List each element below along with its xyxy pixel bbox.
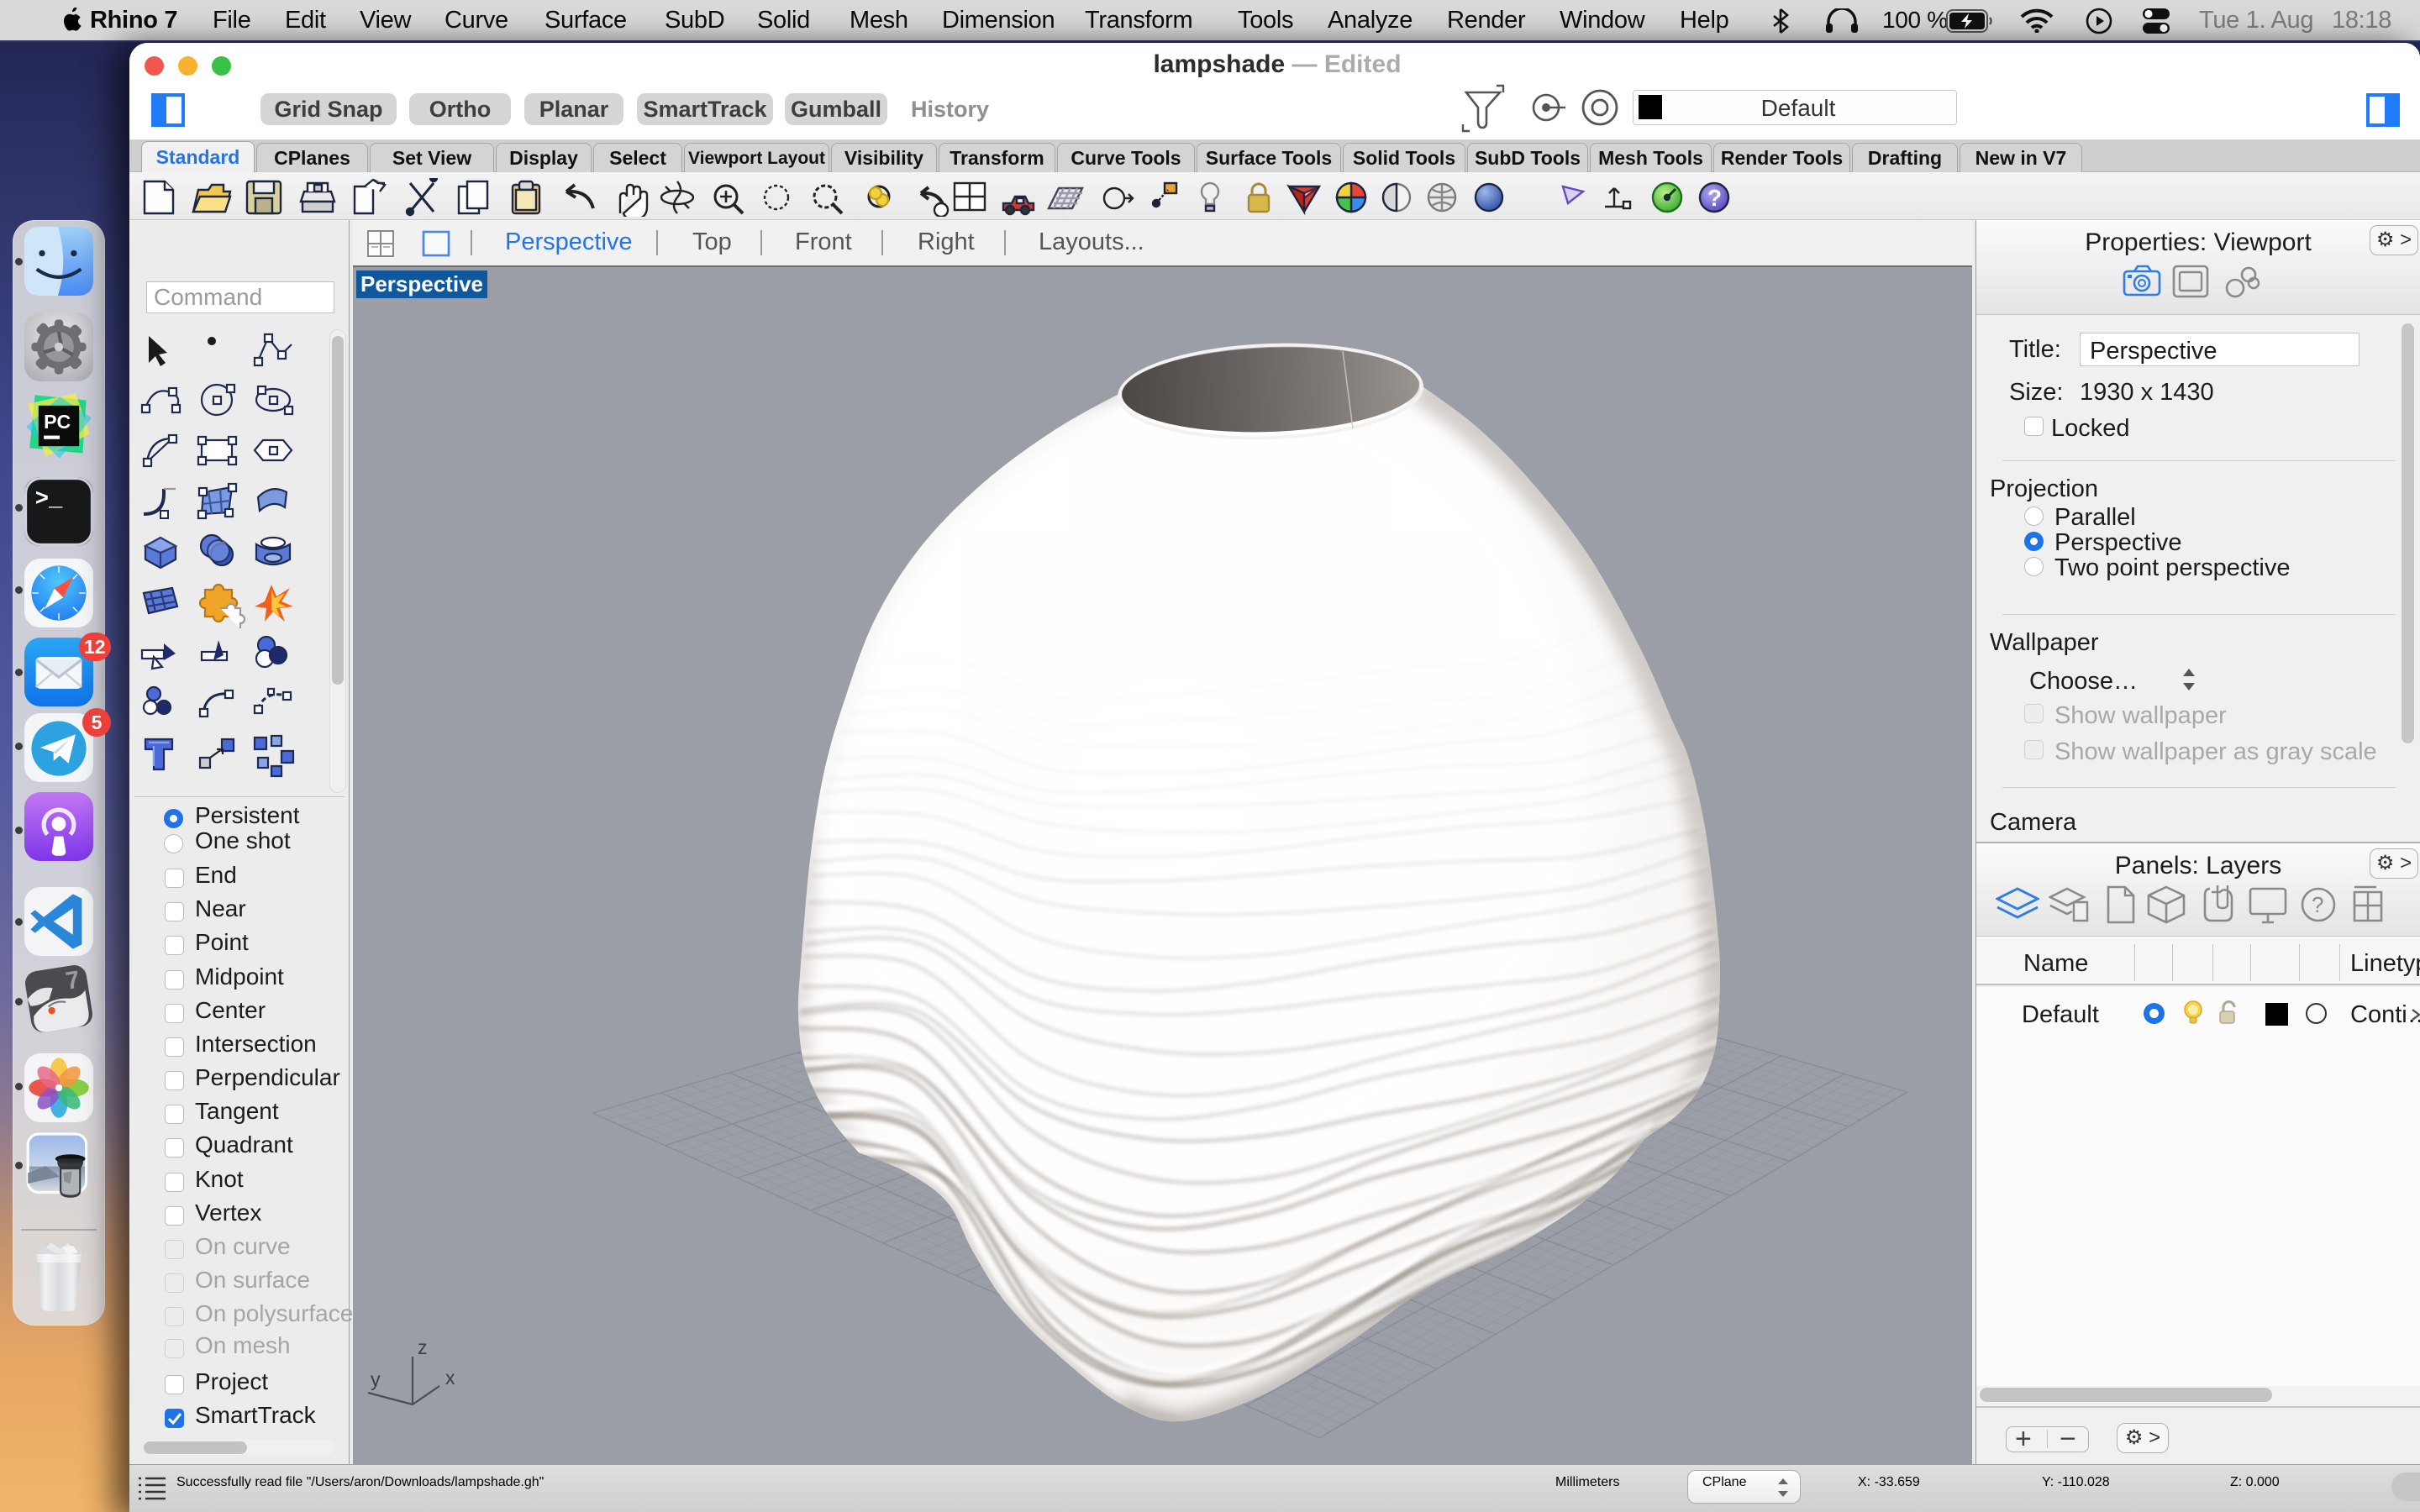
svg-text:y: y bbox=[371, 1368, 381, 1390]
svg-text:?: ? bbox=[2312, 892, 2323, 917]
svg-text:x: x bbox=[445, 1367, 455, 1389]
svg-text:PC: PC bbox=[44, 411, 71, 433]
svg-text:>_: >_ bbox=[35, 487, 63, 513]
svg-text:?: ? bbox=[1707, 185, 1722, 211]
svg-text:z: z bbox=[418, 1336, 428, 1358]
